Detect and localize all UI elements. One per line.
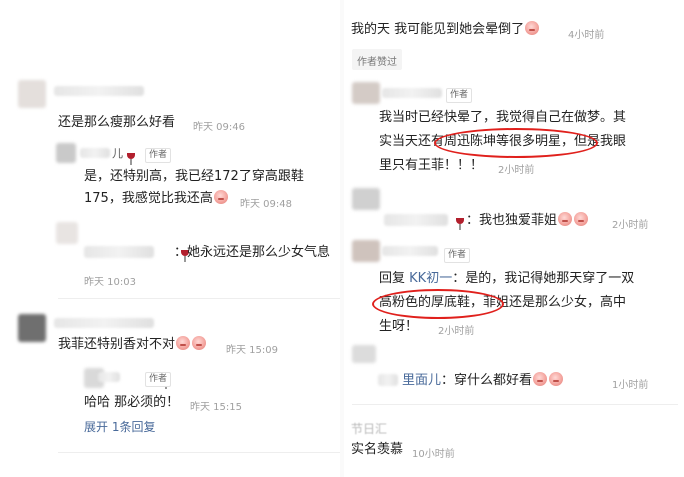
username-blurred[interactable] — [382, 88, 442, 98]
reply-text: 哈哈 那必须的！ — [84, 395, 180, 410]
timestamp: 昨天 10:03 — [84, 277, 136, 288]
username-blurred[interactable] — [54, 318, 154, 328]
reply-text: 175，我感觉比我还高 — [84, 188, 229, 210]
reply-text-seg: 生呀！ — [379, 319, 419, 334]
author-tag: 作者 — [446, 88, 473, 103]
comment-text-body: 我菲还特别香对不对 — [58, 337, 176, 352]
timestamp: 昨天 15:09 — [226, 345, 278, 356]
reply-text: 里面儿：穿什么都好看 — [402, 370, 564, 392]
author-tag: 作者 — [145, 372, 172, 387]
reply-text-seg: 回复 — [379, 271, 410, 286]
username-blurred[interactable] — [382, 246, 438, 256]
mention-link[interactable]: KK初一 — [409, 271, 452, 286]
avatar[interactable] — [18, 314, 46, 342]
annotation-circle — [434, 128, 598, 158]
timestamp: 2小时前 — [438, 326, 475, 337]
face-emoji-icon — [533, 372, 548, 386]
wine-glass-icon — [456, 218, 464, 230]
comment-text: 还是那么瘦那么好看 — [58, 115, 176, 130]
reply-text-body: ：我也独爱菲姐 — [466, 213, 558, 228]
reply-text: ：她永远还是那么少女气息 — [174, 245, 331, 260]
right-comment-panel: 我的天 我可能见到她会晕倒了 4小时前 作者赞过 作者 我当时已经快晕了，我觉得… — [342, 0, 684, 477]
annotation-circle — [372, 289, 504, 319]
username-blurred[interactable] — [80, 148, 110, 158]
author-liked-label: 作者赞过 — [357, 57, 397, 68]
comment-text: 我的天 我可能见到她会晕倒了 — [351, 19, 540, 41]
face-emoji-icon — [574, 212, 589, 226]
face-emoji-icon — [549, 372, 564, 386]
username-blurred[interactable] — [54, 86, 144, 96]
face-emoji-icon — [558, 212, 573, 226]
avatar[interactable] — [56, 143, 76, 163]
divider — [58, 452, 340, 453]
username-blurred[interactable] — [378, 374, 398, 386]
reply-text-seg: ：是的，我记得她那天穿了一双 — [452, 271, 635, 286]
username-link[interactable]: 里面儿 — [402, 373, 441, 388]
face-emoji-icon — [213, 190, 228, 204]
timestamp: 1小时前 — [612, 380, 649, 391]
divider — [352, 404, 678, 405]
timestamp: 昨天 15:15 — [190, 402, 242, 413]
left-comment-panel: 还是那么瘦那么好看 昨天 09:46 儿 作者 是，还特别高，我已经172了穿高… — [0, 0, 342, 477]
expand-replies-link[interactable]: 展开 1条回复 — [84, 418, 155, 436]
author-tag: 作者 — [444, 248, 471, 263]
reply-text-body: ：穿什么都好看 — [441, 373, 533, 388]
reply-text: 是，还特别高，我已经172了穿高跟鞋 — [84, 169, 304, 184]
reply-text-line2: 175，我感觉比我还高 — [84, 191, 213, 206]
reply-text: 回复 KK初一：是的，我记得她那天穿了一双 — [379, 268, 634, 290]
avatar[interactable] — [352, 345, 376, 363]
avatar[interactable] — [18, 80, 46, 108]
reply-text: ：我也独爱菲姐 — [466, 210, 589, 232]
reply-text: 里只有王菲！！！ — [379, 158, 484, 173]
timestamp: 2小时前 — [612, 220, 649, 231]
face-emoji-icon — [192, 336, 207, 350]
timestamp: 10小时前 — [412, 449, 455, 460]
wine-glass-icon — [127, 153, 135, 165]
reply-text: 我当时已经快晕了，我觉得自己在做梦。其 — [379, 110, 627, 125]
avatar[interactable] — [352, 240, 380, 262]
avatar[interactable] — [352, 188, 380, 210]
avatar[interactable] — [56, 222, 78, 244]
face-emoji-icon — [176, 336, 191, 350]
author-tag: 作者 — [145, 148, 172, 163]
timestamp: 昨天 09:46 — [193, 122, 245, 133]
author-liked-badge: 作者赞过 — [352, 49, 402, 70]
face-emoji-icon — [525, 21, 540, 35]
timestamp: 4小时前 — [568, 30, 605, 41]
username-blurred[interactable] — [84, 246, 154, 258]
username-blurred[interactable] — [384, 214, 448, 226]
username-suffix: 儿 — [112, 147, 123, 160]
username[interactable]: 节日汇 — [351, 418, 387, 440]
comment-text: 实名羡慕 — [351, 442, 404, 457]
avatar[interactable] — [352, 82, 380, 104]
timestamp: 2小时前 — [498, 165, 535, 176]
comment-text: 我菲还特别香对不对 — [58, 334, 207, 356]
reply-text: 生呀！ — [379, 316, 418, 338]
divider — [58, 298, 340, 299]
timestamp: 昨天 09:48 — [240, 199, 292, 210]
username-blurred[interactable] — [98, 372, 120, 382]
comment-text-body: 我的天 我可能见到她会晕倒了 — [351, 22, 525, 37]
